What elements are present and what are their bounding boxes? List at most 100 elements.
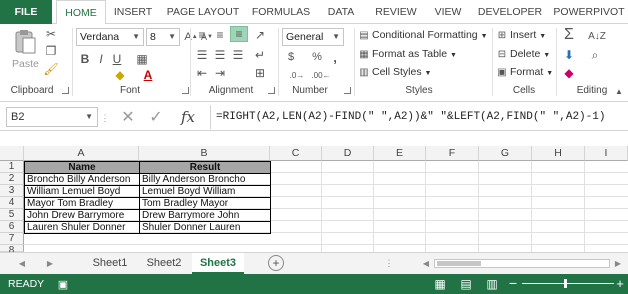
clear-icon[interactable]: ◆ xyxy=(560,66,578,80)
tab-insert[interactable]: INSERT xyxy=(108,0,158,24)
column-header[interactable]: A xyxy=(24,146,139,161)
table-cell-name[interactable]: John Drew Barrymore xyxy=(25,210,140,222)
fill-color-icon[interactable]: ◆ xyxy=(112,68,128,82)
sheet-tab-1[interactable]: Sheet1 xyxy=(84,253,136,274)
column-header[interactable]: H xyxy=(532,146,585,161)
row-header[interactable]: 4 xyxy=(0,197,24,209)
tab-formulas[interactable]: FORMULAS xyxy=(248,0,314,24)
bold-button[interactable]: B xyxy=(78,52,92,66)
table-cell-name[interactable]: Broncho Billy Anderson xyxy=(25,174,140,186)
cancel-icon[interactable]: ✕ xyxy=(118,107,138,127)
align-top-icon[interactable]: ≡ xyxy=(194,28,210,42)
sort-filter-icon[interactable]: A↓Z xyxy=(586,28,608,44)
column-header[interactable]: I xyxy=(585,146,628,161)
column-header[interactable]: C xyxy=(270,146,322,161)
alignment-launcher-icon[interactable] xyxy=(268,87,275,94)
tab-file[interactable]: FILE xyxy=(0,0,52,24)
font-launcher-icon[interactable] xyxy=(182,87,189,94)
paste-icon[interactable] xyxy=(12,28,38,56)
copy-icon[interactable]: ❐ xyxy=(44,44,58,58)
align-center-icon[interactable]: ☰ xyxy=(212,48,228,62)
zoom-out-icon[interactable]: − xyxy=(508,275,518,291)
row-header[interactable]: 2 xyxy=(0,173,24,185)
underline-button[interactable]: U xyxy=(110,52,124,66)
wrap-text-icon[interactable]: ↵ xyxy=(252,48,268,62)
tab-developer[interactable]: DEVELOPER xyxy=(472,0,548,24)
table-header-name[interactable]: Name xyxy=(25,162,140,174)
row-header[interactable]: 5 xyxy=(0,209,24,221)
align-bottom-icon[interactable]: ≡ xyxy=(230,26,248,42)
scroll-right-icon[interactable]: ▶ xyxy=(44,257,56,269)
row-header[interactable]: 6 xyxy=(0,221,24,233)
format-painter-icon[interactable]: 🖌 xyxy=(43,62,58,76)
collapse-ribbon-icon[interactable]: ▲ xyxy=(614,86,624,96)
tab-data[interactable]: DATA xyxy=(318,0,364,24)
autosum-icon[interactable]: Σ xyxy=(560,26,578,44)
scroll-left-icon[interactable]: ◀ xyxy=(16,257,28,269)
increase-indent-icon[interactable]: ⇥ xyxy=(212,66,228,80)
fill-icon[interactable]: ⬇ xyxy=(560,48,578,62)
table-cell-result[interactable]: Tom Bradley Mayor xyxy=(140,198,271,210)
column-header[interactable]: B xyxy=(139,146,270,161)
borders-icon[interactable]: ▦ xyxy=(134,52,150,66)
zoom-slider-thumb[interactable] xyxy=(564,279,567,288)
decrease-decimal-icon[interactable]: .00← xyxy=(311,68,330,82)
row-header[interactable]: 7 xyxy=(0,233,24,245)
merge-center-icon[interactable]: ⊞ xyxy=(252,66,268,80)
sheet-tab-3[interactable]: Sheet3 xyxy=(192,253,244,274)
table-cell-result[interactable]: Shuler Donner Lauren xyxy=(140,222,271,234)
align-left-icon[interactable]: ☰ xyxy=(194,48,210,62)
find-select-icon[interactable]: ⌕ xyxy=(586,48,604,62)
tab-powerpivot[interactable]: POWERPIVOT xyxy=(552,0,626,24)
paste-label[interactable]: Paste xyxy=(12,58,39,70)
percent-button[interactable]: % xyxy=(310,50,324,64)
table-cell-result[interactable]: Lemuel Boyd William xyxy=(140,186,271,198)
format-button[interactable]: Format ▼ xyxy=(510,66,553,78)
font-color-icon[interactable]: A xyxy=(140,68,156,82)
scrollbar-thumb[interactable] xyxy=(437,261,481,266)
worksheet-grid[interactable]: A B C D E F G H I 1 2 3 4 5 6 7 8 Name R… xyxy=(0,146,628,256)
number-launcher-icon[interactable] xyxy=(344,87,351,94)
clipboard-launcher-icon[interactable] xyxy=(62,87,69,94)
row-header[interactable]: 8 xyxy=(0,245,24,256)
cut-icon[interactable]: ✂ xyxy=(44,27,58,41)
table-header-result[interactable]: Result xyxy=(140,162,271,174)
column-header[interactable]: F xyxy=(426,146,479,161)
normal-view-icon[interactable]: ▦ xyxy=(432,277,448,291)
zoom-slider[interactable] xyxy=(522,279,614,288)
column-header[interactable]: G xyxy=(479,146,532,161)
tab-page-layout[interactable]: PAGE LAYOUT xyxy=(162,0,244,24)
tab-review[interactable]: REVIEW xyxy=(368,0,424,24)
table-cell-result[interactable]: Billy Anderson Broncho xyxy=(140,174,271,186)
row-header[interactable]: 3 xyxy=(0,185,24,197)
page-layout-view-icon[interactable]: ▤ xyxy=(458,277,474,291)
delete-button[interactable]: Delete ▼ xyxy=(510,48,550,60)
comma-button[interactable]: , xyxy=(328,50,342,65)
table-cell-result[interactable]: Drew Barrymore John xyxy=(140,210,271,222)
tab-home[interactable]: HOME xyxy=(56,0,106,25)
formula-input[interactable]: =RIGHT(A2,LEN(A2)-FIND(" ",A2))&" "&LEFT… xyxy=(216,107,626,127)
italic-button[interactable]: I xyxy=(94,52,108,66)
select-all-corner[interactable] xyxy=(0,146,24,161)
column-header[interactable]: D xyxy=(322,146,374,161)
hscroll-right-icon[interactable]: ▶ xyxy=(612,257,624,269)
number-format-dropdown[interactable]: General ▼ xyxy=(282,28,344,46)
tab-view[interactable]: VIEW xyxy=(428,0,468,24)
insert-function-icon[interactable]: fx xyxy=(176,107,200,127)
column-header[interactable]: E xyxy=(374,146,426,161)
align-right-icon[interactable]: ☰ xyxy=(230,48,246,62)
align-middle-icon[interactable]: ≡ xyxy=(212,28,228,42)
enter-icon[interactable]: ✓ xyxy=(146,107,166,127)
horizontal-scrollbar[interactable] xyxy=(434,259,610,268)
font-name-dropdown[interactable]: Verdana ▼ xyxy=(76,28,144,46)
table-cell-name[interactable]: Lauren Shuler Donner xyxy=(25,222,140,234)
hscroll-left-icon[interactable]: ◀ xyxy=(420,257,432,269)
font-size-dropdown[interactable]: 8 ▼ xyxy=(146,28,180,46)
orientation-icon[interactable]: ↗ xyxy=(252,28,268,42)
table-cell-name[interactable]: Mayor Tom Bradley xyxy=(25,198,140,210)
table-cell-name[interactable]: William Lemuel Boyd xyxy=(25,186,140,198)
row-header[interactable]: 1 xyxy=(0,161,24,173)
zoom-in-icon[interactable]: + xyxy=(614,276,626,291)
insert-button[interactable]: Insert ▼ xyxy=(510,29,546,41)
increase-decimal-icon[interactable]: .0→ xyxy=(288,68,306,82)
